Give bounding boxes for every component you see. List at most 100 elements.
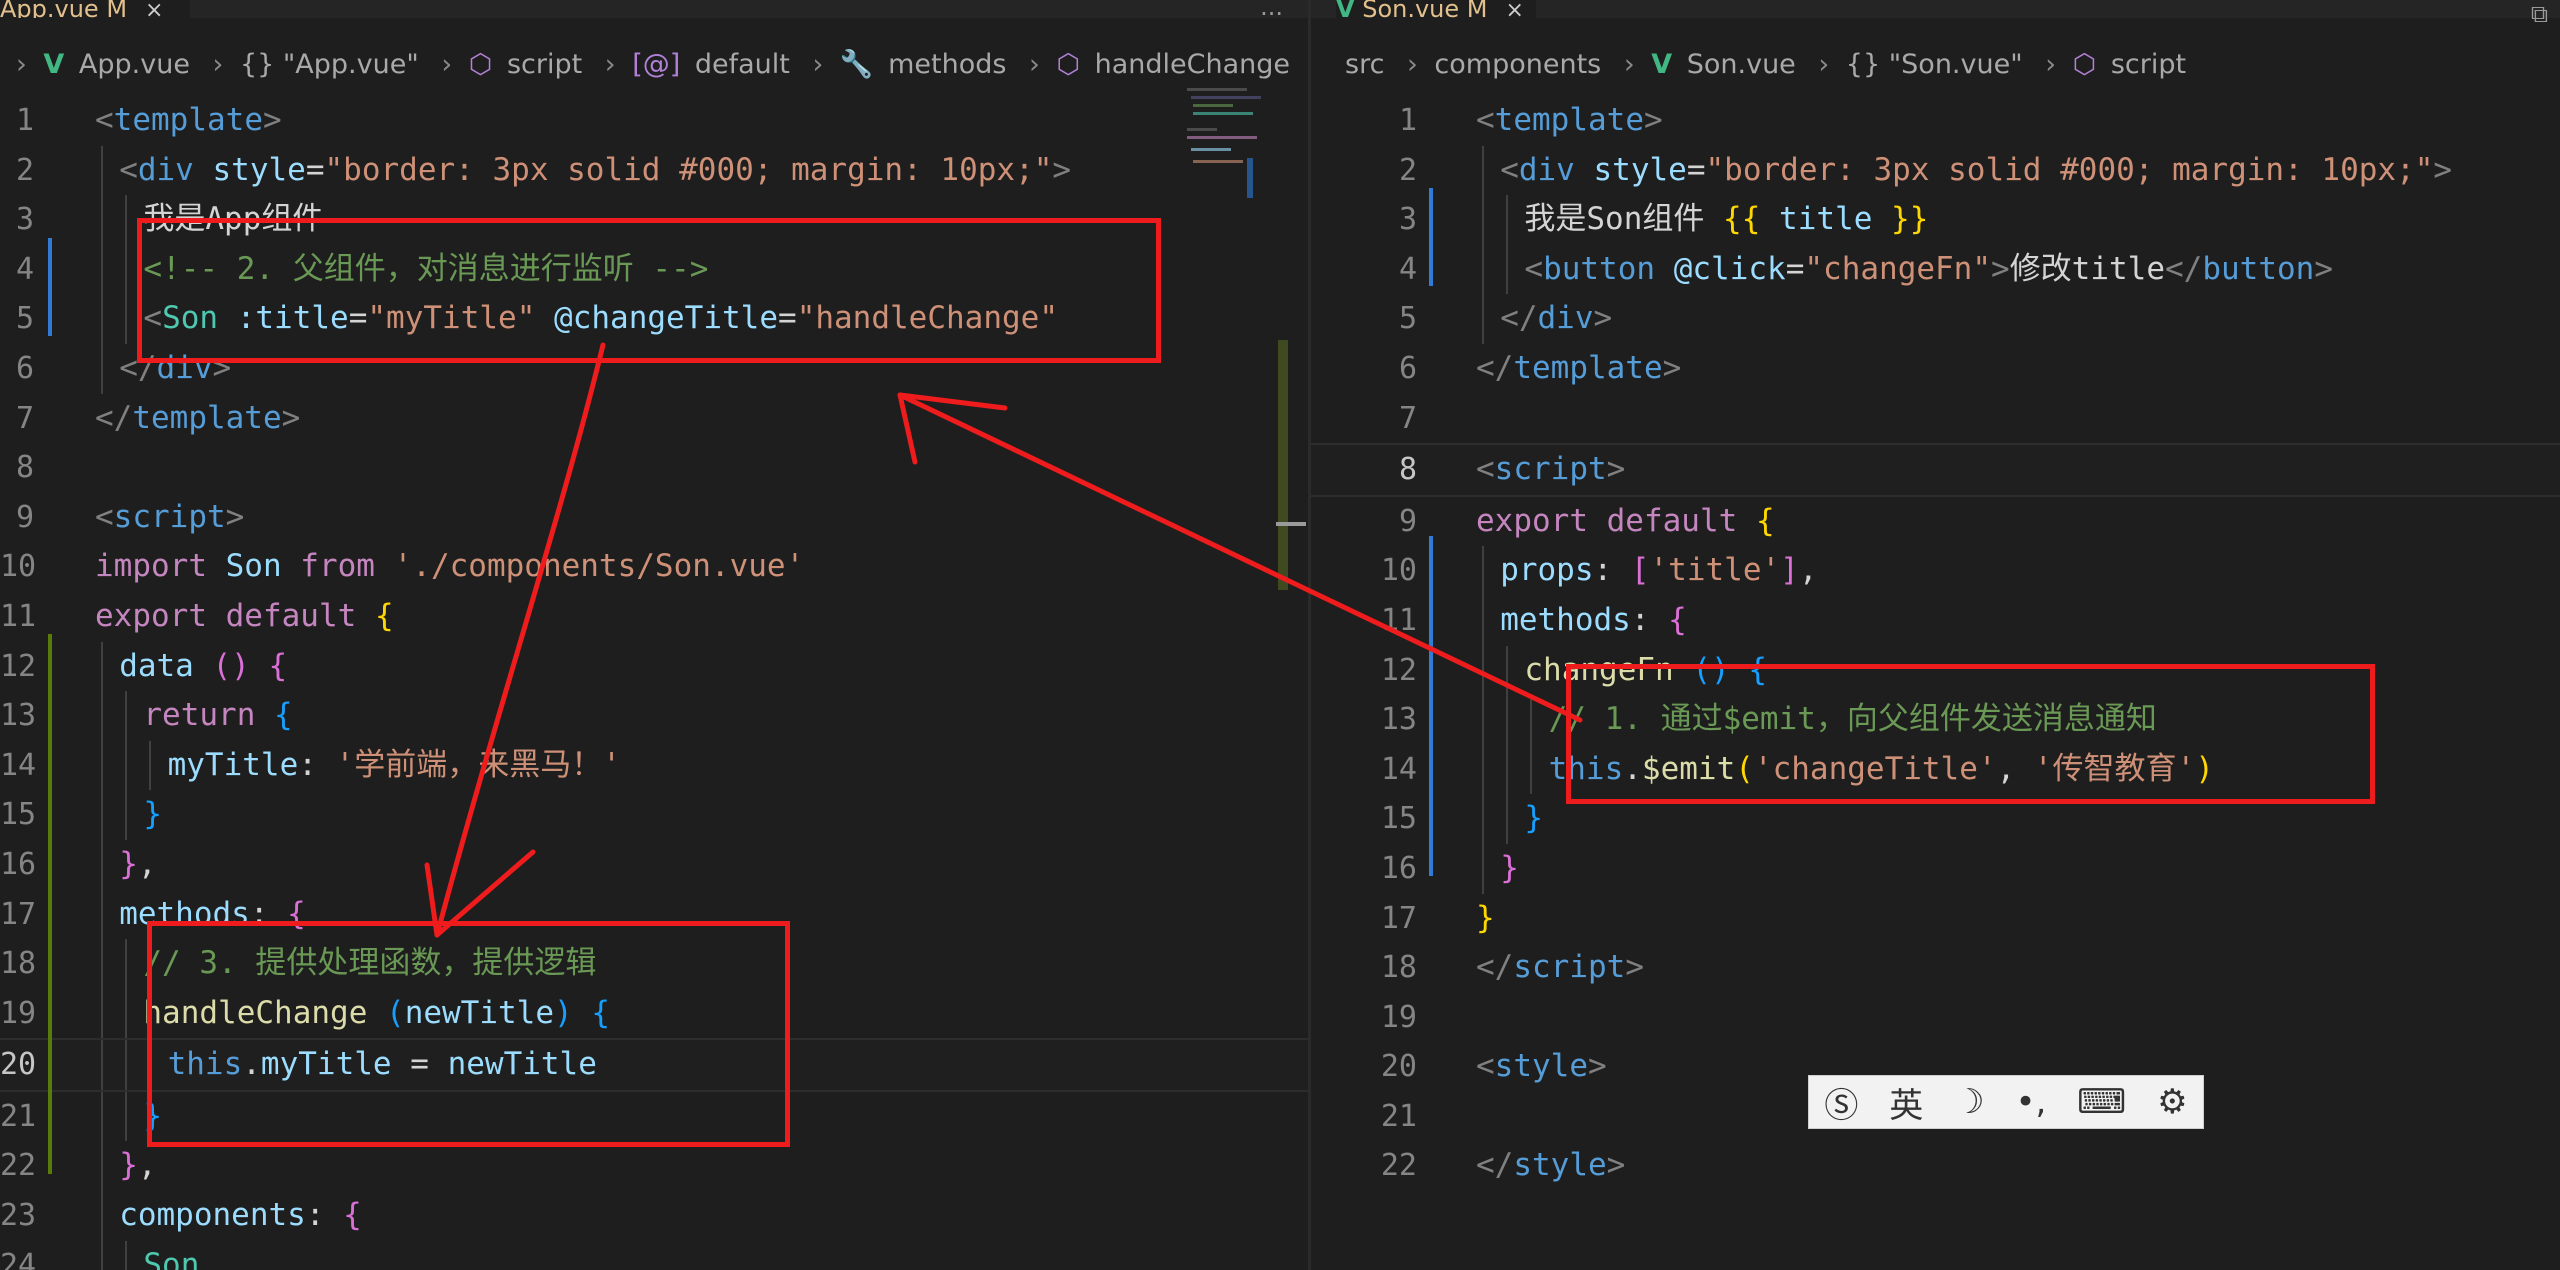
code-line[interactable]: 16}, xyxy=(0,839,1308,890)
code-line[interactable]: 18 // 3. 提供处理函数，提供逻辑 xyxy=(0,939,1308,989)
more-actions-icon[interactable]: ··· xyxy=(1260,0,1283,28)
chevron-right-icon: › xyxy=(16,49,27,80)
code-line[interactable]: 1 <template> xyxy=(0,96,1308,146)
code-line[interactable]: 8 <script> xyxy=(1311,443,2560,497)
code-line[interactable]: 19 handleChange (newTitle) { xyxy=(0,988,1308,1039)
indent-guide xyxy=(1506,695,1509,745)
scrollbar-track[interactable] xyxy=(1278,340,1288,590)
code-line[interactable]: 13 // 1. 通过$emit，向父组件发送消息通知 xyxy=(1311,695,2560,745)
code-line[interactable]: 23 components: { xyxy=(0,1191,1308,1241)
tab-son-vue[interactable]: V Son.vue M × xyxy=(1336,0,1536,18)
breadcrumb-item[interactable]: {} "Son.vue" xyxy=(1846,49,2023,80)
code-line[interactable]: 11 export default { xyxy=(0,592,1308,642)
code-text: changeFn () { xyxy=(1524,646,1767,696)
code-line[interactable]: 1 <template> xyxy=(1311,96,2560,146)
line-number: 1 xyxy=(1398,103,1417,138)
code-area[interactable]: 1 <template> 2 <div style="border: 3px soli… xyxy=(0,96,1308,1270)
code-line[interactable]: 4 <button @click="changeFn">修改title</butt… xyxy=(1311,244,2560,295)
indent-guide xyxy=(125,790,128,840)
code-token: > xyxy=(1625,949,1644,986)
breadcrumb-item[interactable]: src xyxy=(1345,49,1384,80)
code-line[interactable]: 4 <!-- 2. 父组件，对消息进行监听 --> xyxy=(0,244,1308,295)
code-line[interactable]: 17} xyxy=(1311,894,2560,944)
code-line[interactable]: 6 </div> xyxy=(0,343,1308,394)
code-line[interactable]: 14 myTitle: '学前端，来黑马！' xyxy=(0,740,1308,791)
code-line[interactable]: 7 </template> xyxy=(0,394,1308,444)
code-token: default xyxy=(1587,502,1738,539)
code-line[interactable]: 21} xyxy=(0,1091,1308,1142)
indent-guide xyxy=(101,1040,103,1090)
code-line[interactable]: 15} xyxy=(0,790,1308,840)
code-line[interactable]: 13 return { xyxy=(0,691,1308,741)
code-line[interactable]: 22}, xyxy=(0,1141,1308,1192)
line-number: 12 xyxy=(0,648,37,684)
code-line[interactable]: 8 xyxy=(0,443,1308,493)
code-text: 我是App组件 xyxy=(143,195,323,245)
code-token: > xyxy=(212,349,232,386)
code-line[interactable]: 10 props: ['title'], xyxy=(1311,546,2560,596)
tab-app-vue[interactable]: App.vue M × xyxy=(0,0,190,18)
method-cube-icon: ⬡ xyxy=(1056,49,1081,80)
indent-guide xyxy=(1482,695,1484,745)
code-line[interactable]: 20 this.myTitle = newTitle xyxy=(0,1038,1308,1092)
code-line[interactable]: 15} xyxy=(1311,794,2560,844)
code-area[interactable]: 1 <template> 2 <div style="border: 3px soli… xyxy=(1311,96,2560,1191)
ime-logo-icon[interactable]: Ⓢ xyxy=(1824,1078,1858,1127)
line-number: 20 xyxy=(0,1047,37,1083)
code-line[interactable]: 22 </style> xyxy=(1311,1141,2560,1191)
code-line[interactable]: 14 this.$emit('changeTitle', '传智教育') xyxy=(1311,744,2560,795)
code-text: <!-- 2. 父组件，对消息进行监听 --> xyxy=(143,245,708,295)
code-text: <script> xyxy=(1476,445,1625,495)
code-token: 'title' xyxy=(1649,552,1781,589)
code-line[interactable]: 6 </template> xyxy=(1311,344,2560,394)
code-line[interactable]: 10 import Son from './components/Son.vue' xyxy=(0,542,1308,592)
code-token: ( xyxy=(367,994,405,1031)
breadcrumb-item[interactable]: components xyxy=(1434,49,1601,80)
code-line[interactable]: 16} xyxy=(1311,843,2560,894)
code-line[interactable]: 19 xyxy=(1311,993,2560,1043)
breadcrumb-item[interactable]: App.vue xyxy=(79,49,190,80)
breadcrumb-item[interactable]: methods xyxy=(888,49,1006,80)
breadcrumb-item[interactable]: default xyxy=(695,49,790,80)
code-line[interactable]: 18 </script> xyxy=(1311,943,2560,993)
code-token: './components/Son.vue' xyxy=(374,548,805,585)
breadcrumb-item[interactable]: {} "App.vue" xyxy=(240,49,419,80)
code-line[interactable]: 12 data () { xyxy=(0,641,1308,692)
minimap[interactable] xyxy=(1185,88,1285,198)
close-icon[interactable]: × xyxy=(1506,0,1524,18)
breadcrumb-item[interactable]: script xyxy=(507,49,582,80)
code-line[interactable]: 17 methods: { xyxy=(0,889,1308,940)
code-text: </div> xyxy=(119,344,231,394)
code-line[interactable]: 9 <script> xyxy=(0,493,1308,543)
code-line[interactable]: 24 Son xyxy=(0,1240,1308,1270)
code-line[interactable]: 11 methods: { xyxy=(1311,595,2560,646)
code-line[interactable]: 2 <div style="border: 3px solid #000; mar… xyxy=(1311,145,2560,196)
gear-icon[interactable]: ⚙ xyxy=(2157,1082,2187,1122)
breadcrumb-item[interactable]: handleChange xyxy=(1095,49,1290,80)
code-line[interactable]: 5 </div> xyxy=(1311,294,2560,344)
code-line[interactable]: 3 我是App组件 xyxy=(0,195,1308,245)
code-line[interactable]: 3 我是Son组件 {{ title }} xyxy=(1311,195,2560,245)
code-token: Son xyxy=(206,548,282,585)
code-token: {{ xyxy=(1723,201,1761,238)
ime-language-toggle[interactable]: 英 xyxy=(1889,1078,1923,1127)
keyboard-icon[interactable]: ⌨ xyxy=(2077,1082,2126,1122)
scrollbar-thumb[interactable] xyxy=(1276,522,1306,526)
moon-icon[interactable]: ☽ xyxy=(1954,1082,1984,1122)
code-line[interactable]: 12 changeFn () { xyxy=(1311,645,2560,696)
punctuation-icon[interactable]: •, xyxy=(2015,1082,2046,1122)
close-icon[interactable]: × xyxy=(145,0,163,18)
code-line[interactable]: 2 <div style="border: 3px solid #000; mar… xyxy=(0,145,1308,196)
split-editor-icon[interactable]: ⧉ xyxy=(2531,0,2548,28)
code-token: : xyxy=(298,746,336,783)
indent-guide xyxy=(101,244,103,295)
code-line[interactable]: 9 export default { xyxy=(1311,497,2560,547)
ime-toolbar[interactable]: Ⓢ 英 ☽ •, ⌨ ⚙ xyxy=(1808,1075,2204,1129)
code-line[interactable]: 7 xyxy=(1311,394,2560,444)
line-number: 7 xyxy=(15,400,34,436)
code-token: // 1. 通过$emit，向父组件发送消息通知 xyxy=(1548,701,2157,738)
left-editor-pane[interactable]: App.vue M × ··· › V App.vue › {} "App.vue… xyxy=(0,0,1308,1270)
breadcrumb-item[interactable]: script xyxy=(2111,49,2186,80)
breadcrumb-item[interactable]: Son.vue xyxy=(1687,49,1796,80)
code-line[interactable]: 5 <Son :title="myTitle" @changeTitle="han… xyxy=(0,294,1308,344)
